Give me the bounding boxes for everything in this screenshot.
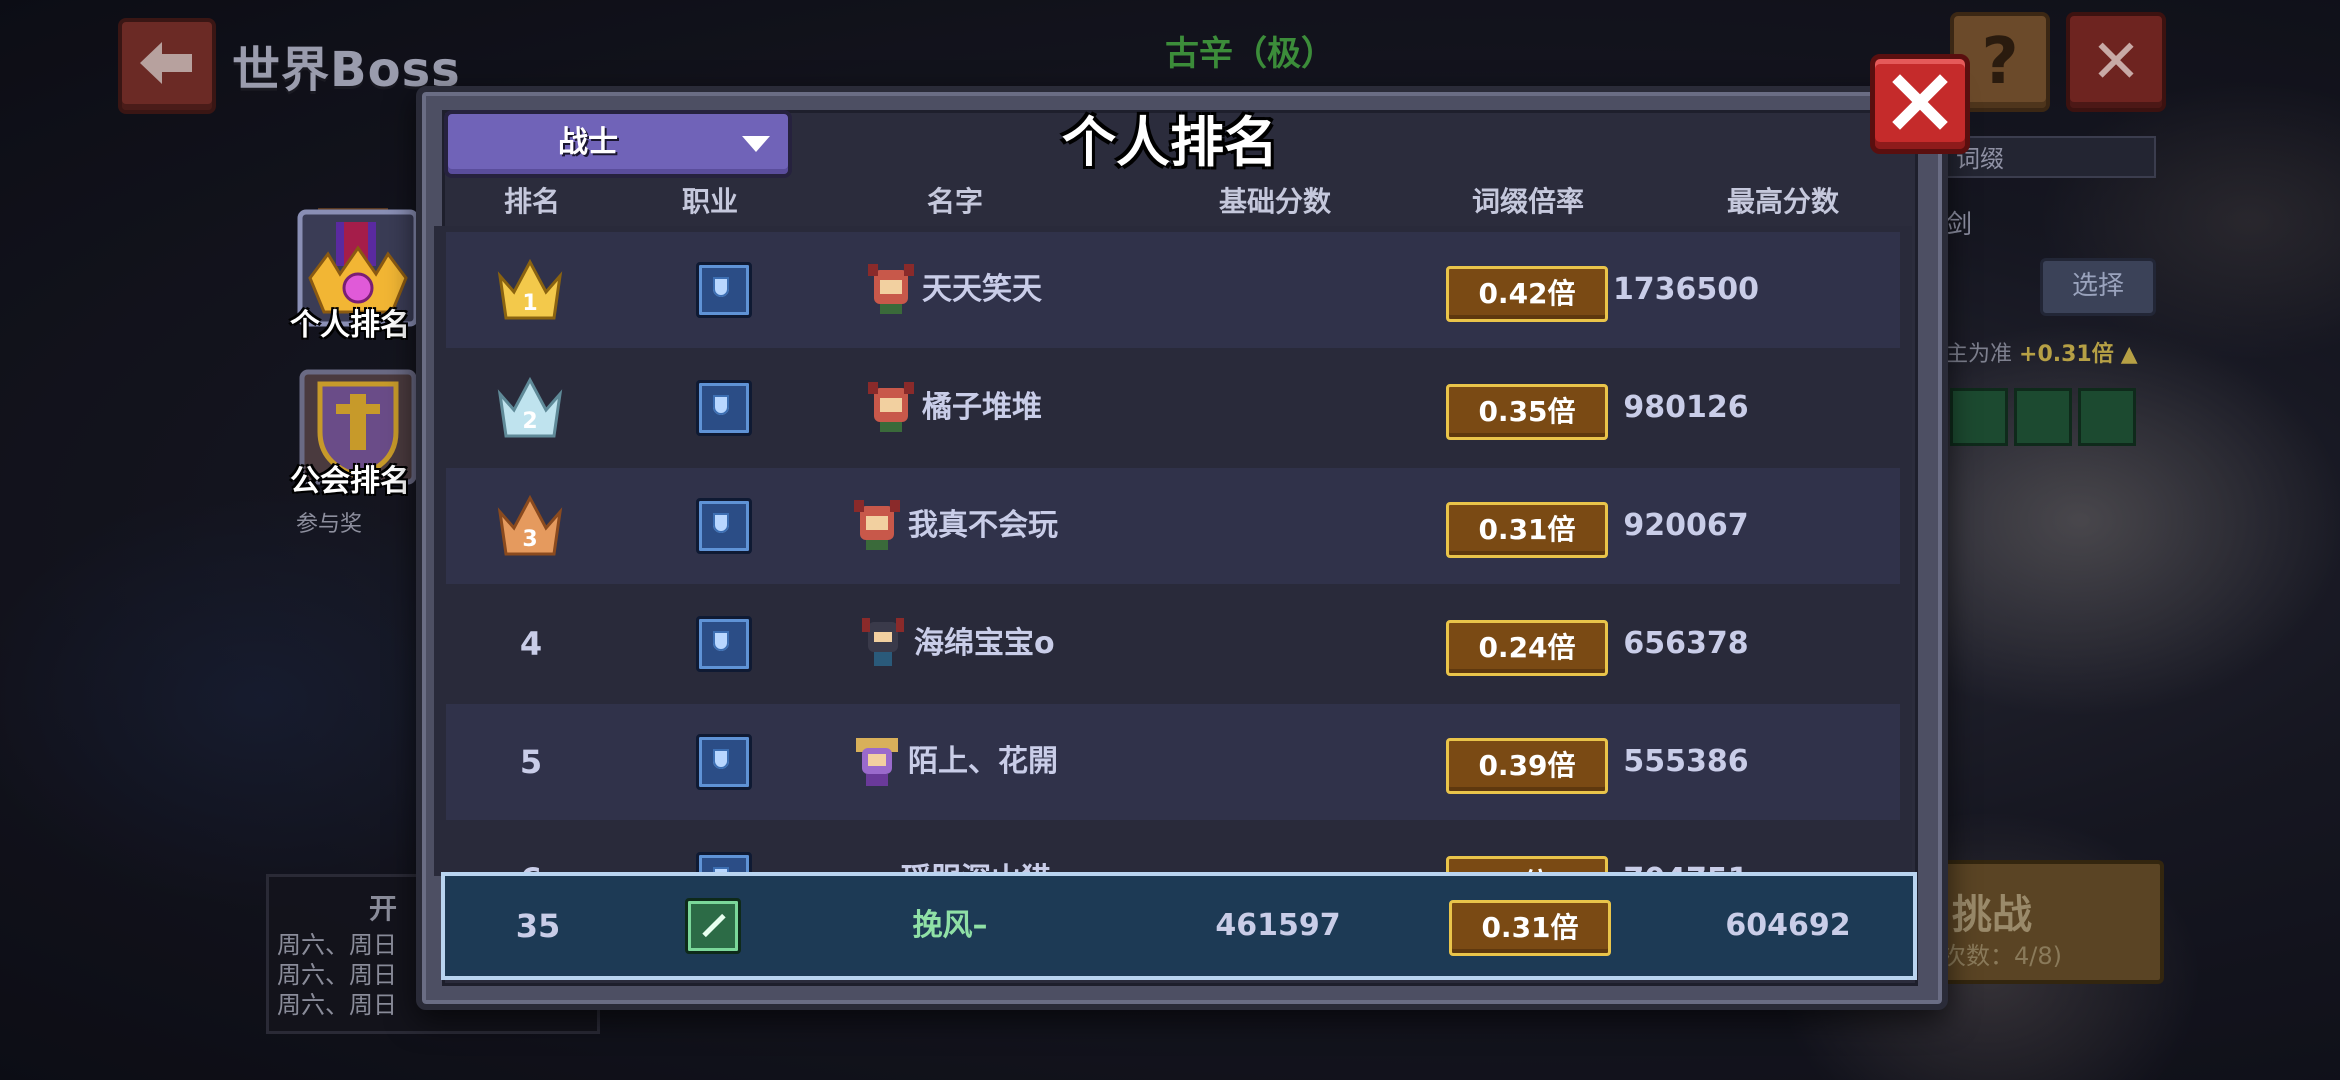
challenge-count: 次数：4/8) [1942,942,2062,970]
modal-title: 个人排名 [1062,111,1278,174]
rank-number: 6 [476,822,586,876]
my-base-score: 461597 [1215,908,1341,943]
affix-icon [1950,388,2008,446]
table-row: 6 瑶服深山猎 704751 0倍 704751 [446,822,1900,876]
base-score: 1736500 [1612,272,1760,307]
class-filter-dropdown[interactable]: 战士 [444,110,792,178]
table-row: 4 海绵宝宝o 656378 0.24倍 813908 [446,586,1900,702]
my-rank-number: 35 [515,907,561,945]
bonus-value: +0.31倍 [2019,342,2114,367]
rank-number: 4 [519,625,543,663]
player-name: 橘子堆堆 [922,390,1042,425]
ranking-list[interactable]: 1 天天笑天 1736500 0.42倍 2465830 2 橘子堆堆 9801… [434,226,1912,876]
header-affix-multiplier: 词缀倍率 [1471,185,1584,218]
player-name: 陌上、花開 [908,744,1058,779]
player-avatar-icon [862,618,904,666]
boss-name: 古辛（极） [1165,34,1335,74]
player-name: 海绵宝宝o [914,626,1055,661]
affix-multiplier: 0.31倍 [1446,502,1608,558]
svg-text:2: 2 [522,409,537,434]
base-score: 920067 [1623,508,1749,543]
challenge-label: 挑战 [1952,892,2032,938]
base-score: 656378 [1623,626,1749,661]
base-score: 704751 [1586,822,1786,876]
header-max-score: 最高分数 [1726,185,1839,218]
affix-icon [2014,388,2072,446]
player-name: 天天笑天 [922,272,1042,307]
affix-multiplier: 0.24倍 [1446,620,1608,676]
header-job: 职业 [681,185,738,218]
affix-icon [2078,388,2136,446]
class-filter-value: 战士 [558,125,618,160]
base-score: 555386 [1623,744,1749,779]
bonus-text: 主为准 +0.31倍 ▲ [1946,336,2138,368]
modal-close-button[interactable] [1870,54,1970,154]
player-name: 我真不会玩 [908,508,1058,543]
table-row: 5 陌上、花開 555386 0.39倍 771986 [446,704,1900,820]
tab-personal-ranking[interactable]: 个人排名 [290,206,420,348]
silver-crown-icon: 2 [497,376,563,438]
player-avatar-icon [854,500,900,550]
player-name: 瑶服深山猎 [866,822,1086,876]
bronze-crown-icon: 3 [497,494,563,556]
my-max-score: 604692 [1725,908,1851,943]
warrior-job-icon [696,498,752,554]
my-affix-multiplier: 0.31倍 [1449,900,1611,956]
header-rank: 排名 [503,185,560,218]
chevron-down-icon [742,136,770,152]
warrior-job-icon [696,734,752,790]
header-base-score: 基础分数 [1218,185,1331,218]
affix-multiplier: 0.42倍 [1446,266,1608,322]
select-button[interactable]: 选择 [2040,258,2156,316]
svg-text:3: 3 [522,527,537,552]
my-ranking-row: 35 挽风– 461597 0.31倍 604692 [441,872,1917,980]
affix-icon-row [1950,388,2142,450]
affix-multiplier: 0.39倍 [1446,738,1608,794]
warrior-job-icon [696,616,752,672]
tab-guild-ranking[interactable]: 公会排名 [290,368,420,499]
header-name: 名字 [926,185,983,218]
bonus-prefix: 主为准 [1946,342,2013,367]
warrior-job-icon [696,380,752,436]
base-score: 980126 [1623,390,1749,425]
my-player-name: 挽风– [912,908,988,943]
question-icon: ? [1981,25,2019,99]
tab-guild-label: 公会排名 [290,464,410,499]
tab-personal-label: 个人排名 [290,308,410,343]
challenge-button[interactable]: 挑战 次数：4/8) [1930,860,2164,984]
svg-text:1: 1 [522,291,537,316]
sword-job-icon [685,898,741,954]
participation-reward-label: 参与奖 [296,512,363,537]
player-avatar-icon [868,382,914,432]
close-icon: ✕ [2090,27,2142,97]
gold-crown-icon: 1 [497,258,563,320]
close-icon [1892,74,1948,130]
player-avatar-icon [868,264,914,314]
player-avatar-icon [856,738,898,786]
back-button[interactable] [118,18,216,114]
rank-number: 5 [519,743,543,781]
table-row: 2 橘子堆堆 980126 0.35倍 1323170 [446,350,1900,466]
close-page-button[interactable]: ✕ [2066,12,2166,112]
weapon-text: 剑 [1946,210,1973,240]
open-time-line: 周六、周日 [277,991,397,1019]
affix-field: 词缀 [1946,136,2156,178]
table-row: 1 天天笑天 1736500 0.42倍 2465830 [446,232,1900,348]
back-arrow-icon [140,42,192,84]
open-time-title: 开 [369,892,398,925]
warrior-job-icon [696,262,752,318]
affix-multiplier: 0.35倍 [1446,384,1608,440]
table-row: 3 我真不会玩 920067 0.31倍 1205287 [446,468,1900,584]
up-arrow-icon: ▲ [2113,342,2138,367]
